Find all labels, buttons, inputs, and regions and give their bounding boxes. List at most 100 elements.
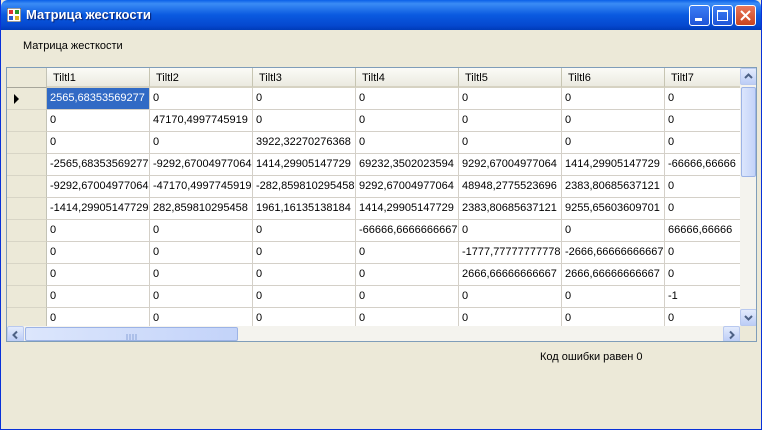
table-row[interactable]: 0 0 0 -66666,6666666667 0 0 66666,66666 xyxy=(7,220,740,242)
vertical-scroll-thumb[interactable] xyxy=(741,87,756,177)
table-cell[interactable]: 0 xyxy=(562,88,665,110)
table-cell[interactable]: -66666,6666666667 xyxy=(356,220,459,242)
table-cell[interactable]: 0 xyxy=(665,88,740,110)
table-cell[interactable]: 0 xyxy=(150,286,253,308)
table-cell[interactable]: 0 xyxy=(459,220,562,242)
table-row[interactable]: 0 47170,4997745919 0 0 0 0 0 xyxy=(7,110,740,132)
table-row[interactable]: 0 0 0 0 -1777,77777777778 -2666,66666666667 0 xyxy=(7,242,740,264)
table-cell[interactable]: -9292,67004977064 xyxy=(47,176,150,198)
table-cell[interactable]: 0 xyxy=(665,308,740,326)
table-cell[interactable]: 1414,29905147729 xyxy=(253,154,356,176)
scroll-up-button[interactable] xyxy=(740,68,756,85)
horizontal-scroll-thumb[interactable] xyxy=(25,327,238,341)
table-cell[interactable]: -2565,68353569277 xyxy=(47,154,150,176)
table-cell[interactable]: 0 xyxy=(47,242,150,264)
row-header[interactable] xyxy=(7,154,47,176)
row-header[interactable] xyxy=(7,308,47,326)
table-cell[interactable]: 0 xyxy=(459,286,562,308)
table-cell[interactable]: 0 xyxy=(150,264,253,286)
scroll-right-button[interactable] xyxy=(723,326,740,341)
table-cell[interactable]: 0 xyxy=(562,110,665,132)
table-cell[interactable]: 1414,29905147729 xyxy=(356,198,459,220)
row-header[interactable] xyxy=(7,176,47,198)
table-row[interactable]: 0 0 3922,32270276368 0 0 0 0 xyxy=(7,132,740,154)
table-row[interactable]: 0 0 0 0 2666,66666666667 2666,66666666667 0 xyxy=(7,264,740,286)
table-cell[interactable]: 1961,16135138184 xyxy=(253,198,356,220)
table-cell[interactable]: 0 xyxy=(150,88,253,110)
table-cell[interactable]: 2666,66666666667 xyxy=(459,264,562,286)
table-cell[interactable]: 0 xyxy=(562,308,665,326)
table-cell[interactable]: 0 xyxy=(459,308,562,326)
table-cell[interactable]: 48948,2775523696 xyxy=(459,176,562,198)
vertical-scrollbar[interactable] xyxy=(740,68,756,326)
table-cell[interactable]: 2383,80685637121 xyxy=(459,198,562,220)
table-cell[interactable]: 0 xyxy=(356,308,459,326)
table-cell[interactable]: 0 xyxy=(459,88,562,110)
table-cell[interactable]: 2666,66666666667 xyxy=(562,264,665,286)
row-header[interactable] xyxy=(7,264,47,286)
table-row[interactable]: -9292,67004977064 -47170,4997745919 -282,8… xyxy=(7,176,740,198)
title-bar[interactable]: Матрица жесткости xyxy=(1,0,761,30)
column-header[interactable]: Tiltl7 xyxy=(665,68,740,88)
table-cell[interactable]: 0 xyxy=(47,110,150,132)
table-cell[interactable]: 0 xyxy=(356,264,459,286)
table-cell[interactable]: 2565,68353569277 xyxy=(47,88,150,110)
table-cell[interactable]: -47170,4997745919 xyxy=(150,176,253,198)
maximize-button[interactable] xyxy=(712,5,733,26)
horizontal-scrollbar[interactable] xyxy=(7,326,740,341)
table-cell[interactable]: -2666,66666666667 xyxy=(562,242,665,264)
table-cell[interactable]: 0 xyxy=(253,264,356,286)
table-cell[interactable]: 2383,80685637121 xyxy=(562,176,665,198)
table-cell[interactable]: 0 xyxy=(665,132,740,154)
table-cell[interactable]: 0 xyxy=(150,220,253,242)
table-cell[interactable]: 3922,32270276368 xyxy=(253,132,356,154)
table-cell[interactable]: 0 xyxy=(665,110,740,132)
table-row[interactable]: -1414,29905147729 282,859810295458 1961,16… xyxy=(7,198,740,220)
table-cell[interactable]: 0 xyxy=(253,242,356,264)
table-row[interactable]: 0 0 0 0 0 0 -1 xyxy=(7,286,740,308)
row-header[interactable] xyxy=(7,132,47,154)
table-cell[interactable]: -1414,29905147729 xyxy=(47,198,150,220)
table-cell[interactable]: 9292,67004977064 xyxy=(459,154,562,176)
table-cell[interactable]: 0 xyxy=(356,88,459,110)
table-row[interactable]: 0000000 xyxy=(7,308,740,326)
table-cell[interactable]: 0 xyxy=(665,198,740,220)
table-cell[interactable]: 0 xyxy=(665,176,740,198)
table-cell[interactable]: 69232,3502023594 xyxy=(356,154,459,176)
table-cell[interactable]: 0 xyxy=(47,286,150,308)
table-cell[interactable]: 9292,67004977064 xyxy=(356,176,459,198)
table-cell[interactable]: 0 xyxy=(150,132,253,154)
column-header[interactable]: Tiltl2 xyxy=(150,68,253,88)
table-cell[interactable]: 0 xyxy=(253,286,356,308)
row-header[interactable] xyxy=(7,110,47,132)
row-header[interactable] xyxy=(7,242,47,264)
scroll-left-button[interactable] xyxy=(7,326,24,341)
table-cell[interactable]: 0 xyxy=(665,242,740,264)
table-cell[interactable]: 0 xyxy=(562,286,665,308)
table-cell[interactable]: 1414,29905147729 xyxy=(562,154,665,176)
close-button[interactable] xyxy=(735,5,756,26)
table-cell[interactable]: -1 xyxy=(665,286,740,308)
table-cell[interactable]: 9255,65603609701 xyxy=(562,198,665,220)
stiffness-matrix-grid[interactable]: Tiltl1 Tiltl2 Tiltl3 Tiltl4 Tiltl5 Tiltl… xyxy=(6,67,757,342)
table-cell[interactable]: 0 xyxy=(47,132,150,154)
table-cell[interactable]: 0 xyxy=(356,242,459,264)
table-cell[interactable]: -282,859810295458 xyxy=(253,176,356,198)
row-header[interactable] xyxy=(7,220,47,242)
row-header[interactable] xyxy=(7,88,47,110)
table-cell[interactable]: 0 xyxy=(356,286,459,308)
table-cell[interactable]: 282,859810295458 xyxy=(150,198,253,220)
column-header[interactable]: Tiltl6 xyxy=(562,68,665,88)
table-cell[interactable]: 0 xyxy=(253,220,356,242)
table-cell[interactable]: 66666,66666 xyxy=(665,220,740,242)
table-cell[interactable]: 0 xyxy=(459,132,562,154)
column-header[interactable]: Tiltl3 xyxy=(253,68,356,88)
table-cell[interactable]: 0 xyxy=(47,220,150,242)
table-cell[interactable]: -66666,66666 xyxy=(665,154,740,176)
table-cell[interactable]: 0 xyxy=(356,110,459,132)
table-cell[interactable]: 0 xyxy=(253,88,356,110)
table-cell[interactable]: 0 xyxy=(150,308,253,326)
table-cell[interactable]: 0 xyxy=(356,132,459,154)
table-cell[interactable]: 0 xyxy=(150,242,253,264)
menu-item-stiffness-matrix[interactable]: Матрица жесткости xyxy=(23,40,123,52)
